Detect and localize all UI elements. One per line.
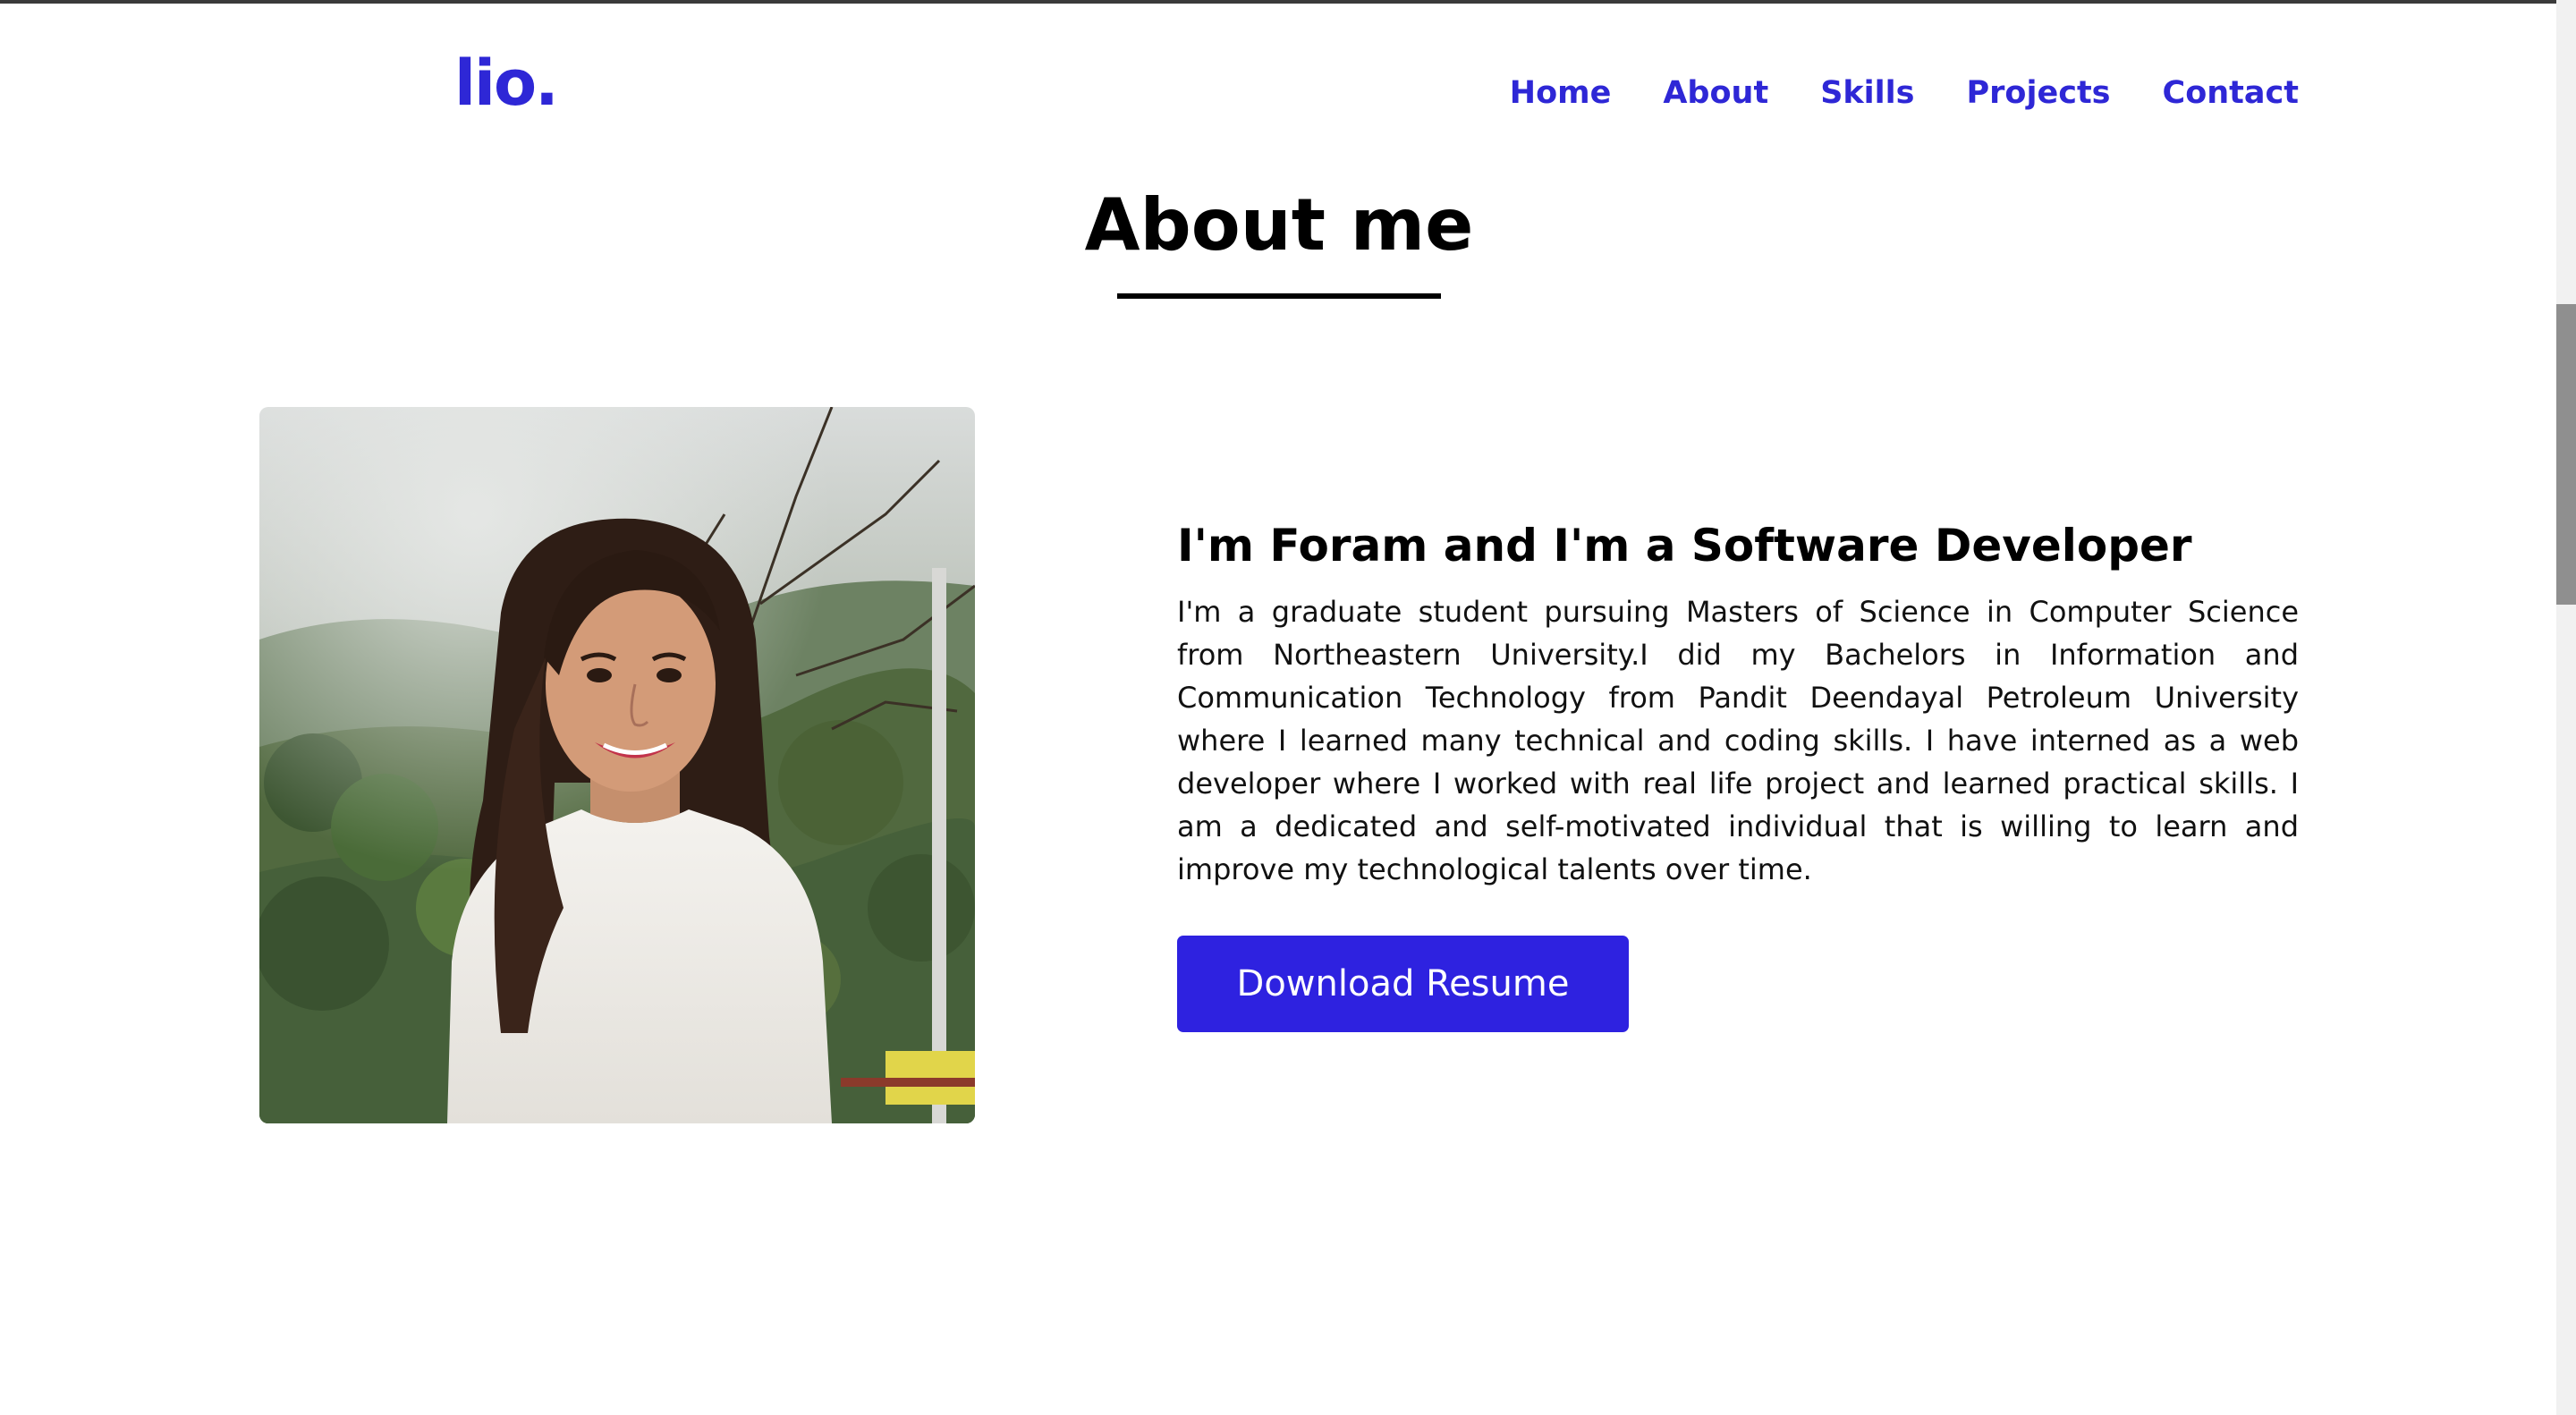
about-bio: I'm a graduate student pursuing Masters … (1177, 595, 2299, 886)
profile-photo (259, 407, 975, 1123)
nav-about-link[interactable]: About (1663, 73, 1768, 113)
scrollbar-track[interactable] (2556, 0, 2576, 1415)
main-nav: Home About Skills Projects Contact (1510, 73, 2299, 113)
nav-projects-link[interactable]: Projects (1967, 73, 2111, 113)
nav-contact-link[interactable]: Contact (2163, 73, 2299, 113)
scrollbar-thumb[interactable] (2556, 304, 2576, 605)
window-top-border (0, 0, 2576, 4)
about-content: I'm Foram and I'm a Software Developer I… (1177, 513, 2299, 1032)
nav-home-link[interactable]: Home (1510, 73, 1612, 113)
download-resume-button[interactable]: Download Resume (1177, 936, 1629, 1032)
logo[interactable]: lio. (454, 52, 559, 114)
about-headline: I'm Foram and I'm a Software Developer (1177, 520, 2192, 572)
page: lio. Home About Skills Projects Contact … (0, 0, 2576, 1415)
title-underline (1117, 293, 1441, 299)
section-title: About me (1084, 183, 1474, 267)
nav-skills-link[interactable]: Skills (1820, 73, 1914, 113)
